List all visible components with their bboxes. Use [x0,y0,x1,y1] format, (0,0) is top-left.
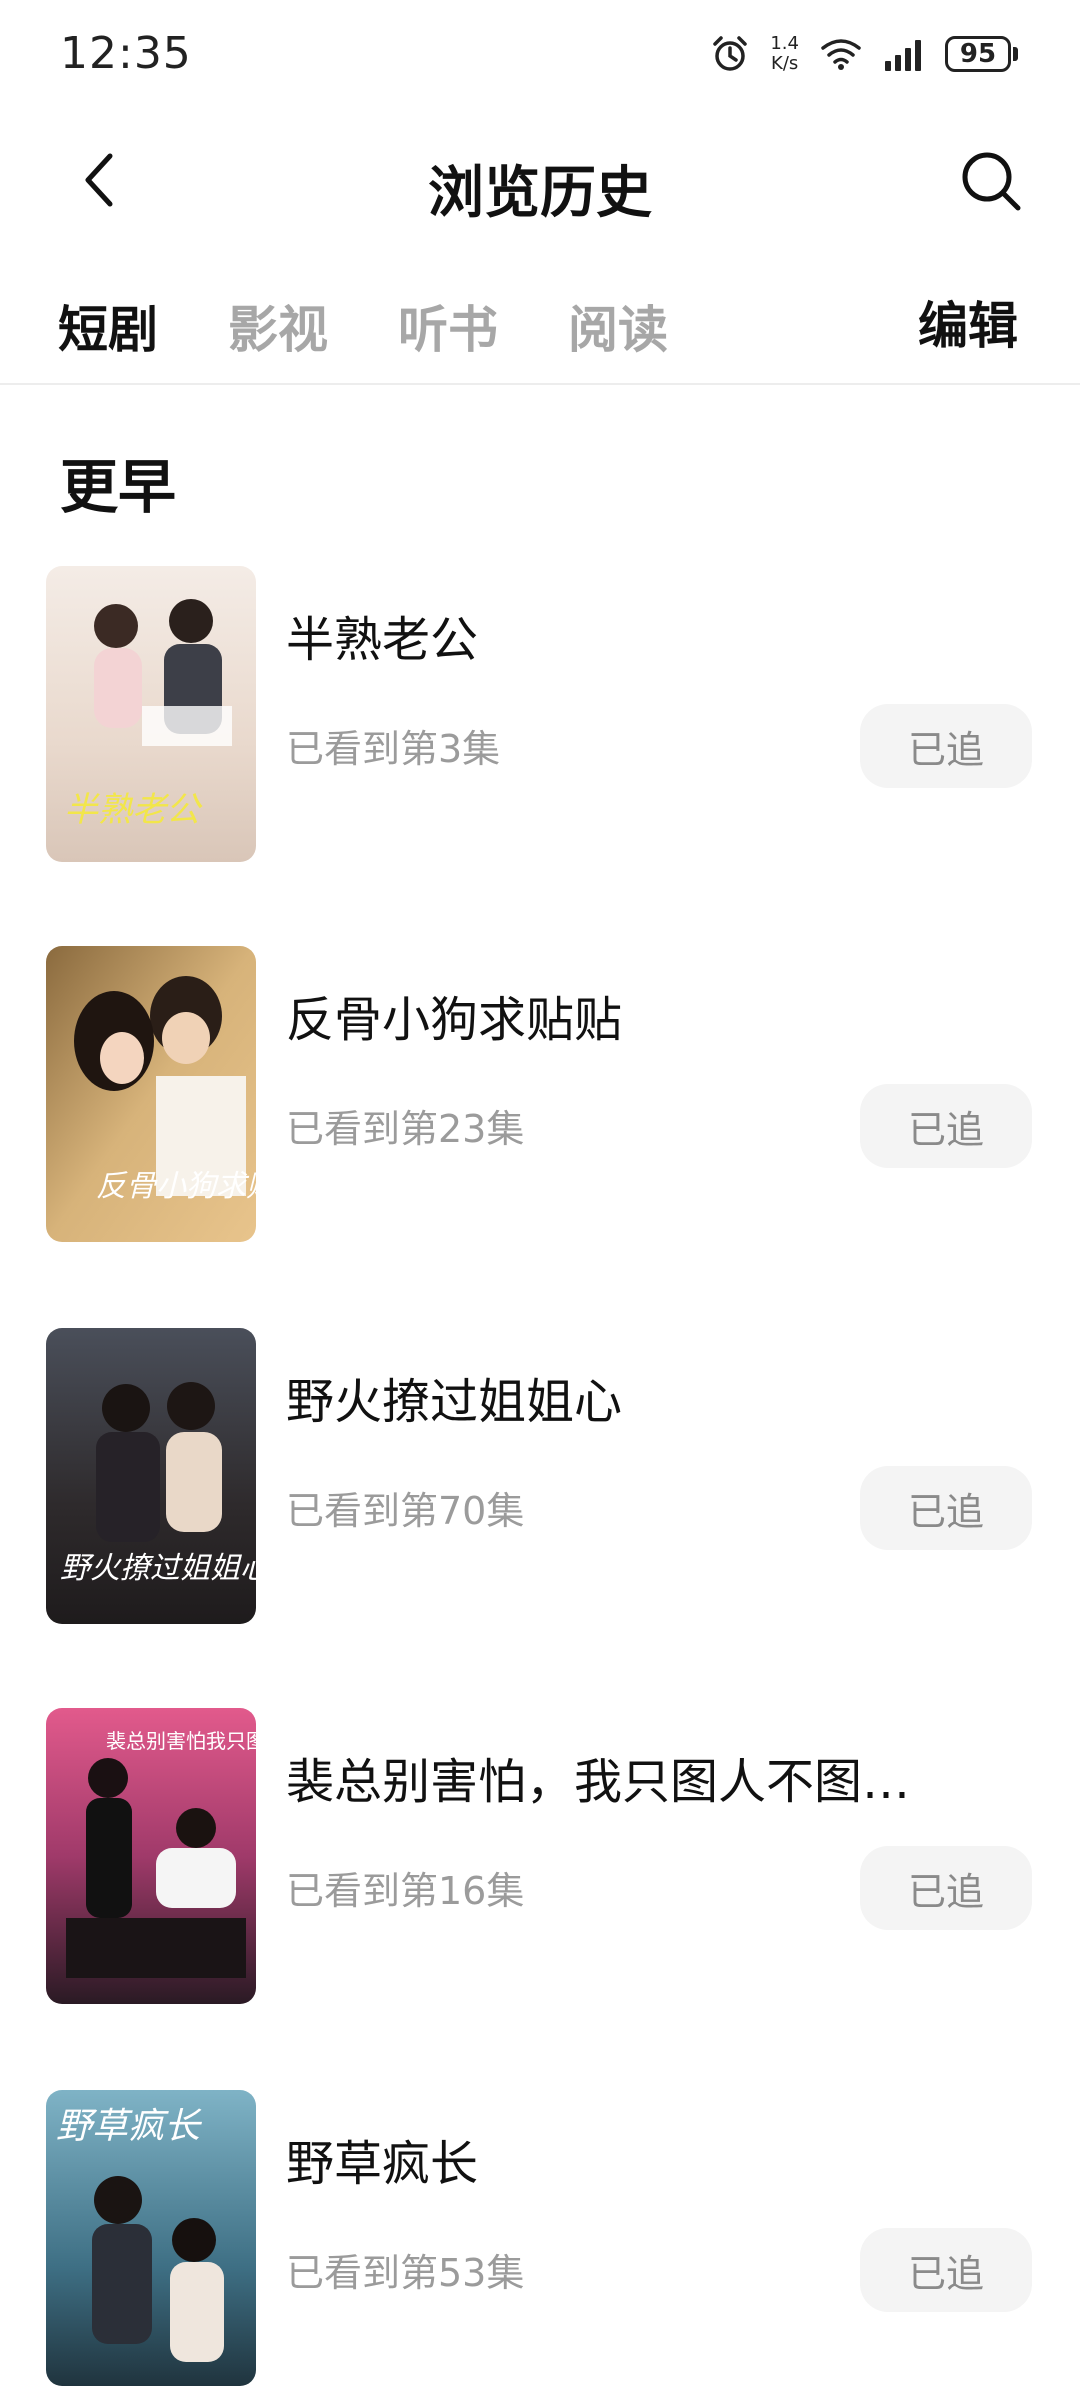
poster-caption: 野火撩过姐姐心 [60,1551,256,1586]
tabs-divider [0,383,1080,385]
poster-caption: 半熟老公 [64,790,203,830]
drama-title: 反骨小狗求贴贴 [286,992,623,1048]
tab-short-drama[interactable]: 短剧 [58,290,158,362]
poster-image[interactable]: 野火撩过姐姐心 [46,1328,256,1624]
watch-progress: 已看到第3集 [286,727,501,771]
search-button[interactable] [956,146,1026,216]
edit-button[interactable]: 编辑 [918,286,1018,358]
followed-button[interactable]: 已追 [860,1466,1032,1550]
alarm-icon [713,36,748,71]
category-tabs: 短剧 影视 听书 阅读 编辑 [0,282,1080,382]
poster-caption: 反骨小狗求贴 [96,1169,256,1204]
followed-button[interactable]: 已追 [860,1846,1032,1930]
poster-image[interactable]: 反骨小狗求贴 [46,946,256,1242]
followed-button[interactable]: 已追 [860,2228,1032,2312]
poster-image[interactable]: 裴总别害怕我只图人不图钱 [46,1708,256,2004]
battery-level: 95 [945,36,1011,72]
history-item[interactable]: 野火撩过姐姐心 野火撩过姐姐心 已看到第70集 已追 [0,1328,1080,1628]
history-item[interactable]: 野草疯长 野草疯长 已看到第53集 已追 [0,2090,1080,2390]
followed-button[interactable]: 已追 [860,1084,1032,1168]
watch-progress: 已看到第16集 [286,1869,525,1913]
watch-progress: 已看到第70集 [286,1489,525,1533]
battery-icon: 95 [945,36,1018,72]
status-icons: 1.4 K/s 95 [710,30,1018,78]
poster-caption: 野草疯长 [56,2106,203,2147]
history-item[interactable]: 半熟老公 半熟老公 已看到第3集 已追 [0,566,1080,866]
tab-reading[interactable]: 阅读 [568,290,668,362]
page-title: 浏览历史 [428,161,652,226]
history-item[interactable]: 裴总别害怕我只图人不图钱 裴总别害怕，我只图人不图… 已看到第16集 已追 [0,1708,1080,2008]
drama-title: 野火撩过姐姐心 [286,1374,623,1430]
tab-audiobook[interactable]: 听书 [398,290,498,362]
signal-icon [885,40,921,71]
poster-image[interactable]: 野草疯长 [46,2090,256,2386]
status-time: 12:35 [60,28,192,79]
network-speed-unit: K/s [771,53,799,74]
poster-caption: 裴总别害怕我只图人不图钱 [106,1729,256,1753]
status-bar: 12:35 1.4 K/s 95 [0,0,1080,110]
drama-title: 野草疯长 [286,2136,479,2192]
drama-title: 裴总别害怕，我只图人不图… [286,1754,911,1810]
wifi-icon [821,39,861,70]
followed-button[interactable]: 已追 [860,704,1032,788]
poster-image[interactable]: 半熟老公 [46,566,256,862]
section-title: 更早 [60,453,177,521]
drama-title: 半熟老公 [286,612,479,668]
network-speed-value: 1.4 [770,33,799,54]
search-icon [962,152,1021,211]
tab-film-tv[interactable]: 影视 [228,290,328,362]
history-item[interactable]: 反骨小狗求贴 反骨小狗求贴贴 已看到第23集 已追 [0,946,1080,1246]
network-speed: 1.4 K/s [770,34,799,74]
header: 浏览历史 [0,120,1080,240]
watch-progress: 已看到第23集 [286,1107,525,1151]
watch-progress: 已看到第53集 [286,2251,525,2295]
